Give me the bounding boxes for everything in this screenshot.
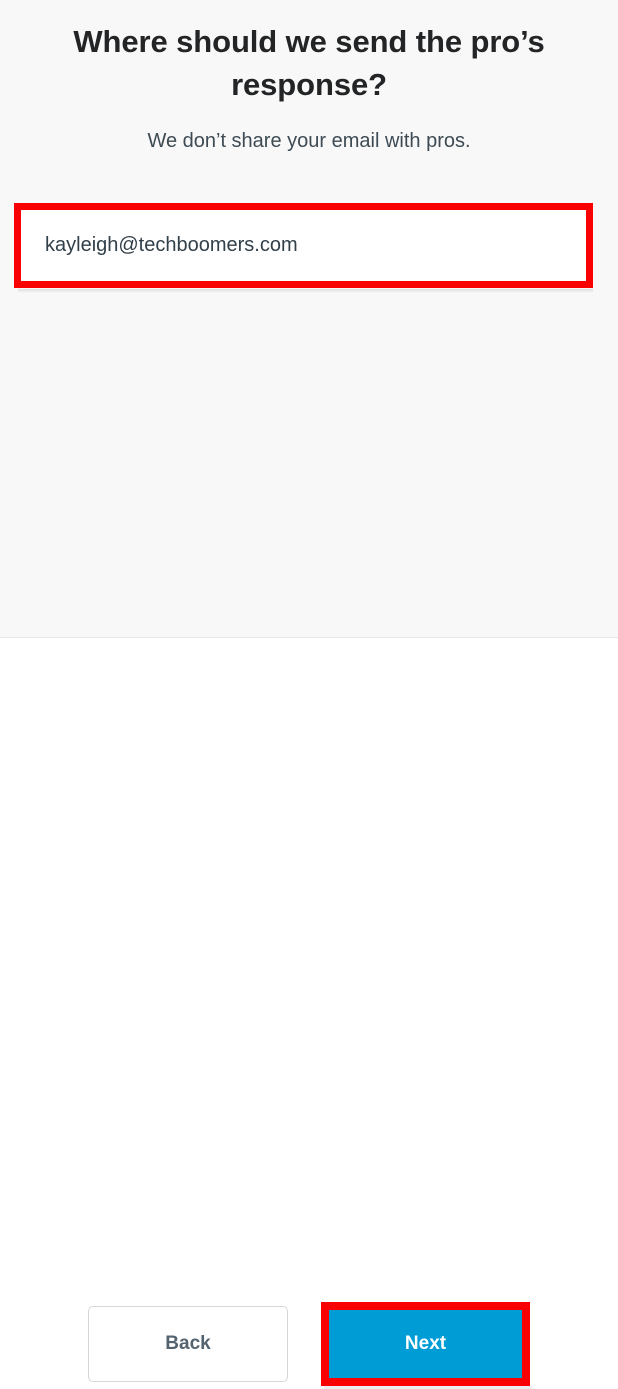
email-input[interactable] [21, 210, 586, 281]
question-panel: Where should we send the pro’s response?… [0, 0, 618, 638]
back-button[interactable]: Back [88, 1306, 288, 1382]
next-button[interactable]: Next [329, 1310, 522, 1378]
email-field-highlight [14, 203, 593, 288]
email-field-shadow [18, 289, 593, 293]
email-capture-screen: Where should we send the pro’s response?… [0, 0, 618, 1389]
action-bar: Back Next [0, 638, 618, 1389]
page-title: Where should we send the pro’s response? [73, 24, 545, 102]
privacy-note: We don’t share your email with pros. [147, 130, 471, 152]
next-button-highlight: Next [321, 1302, 530, 1386]
